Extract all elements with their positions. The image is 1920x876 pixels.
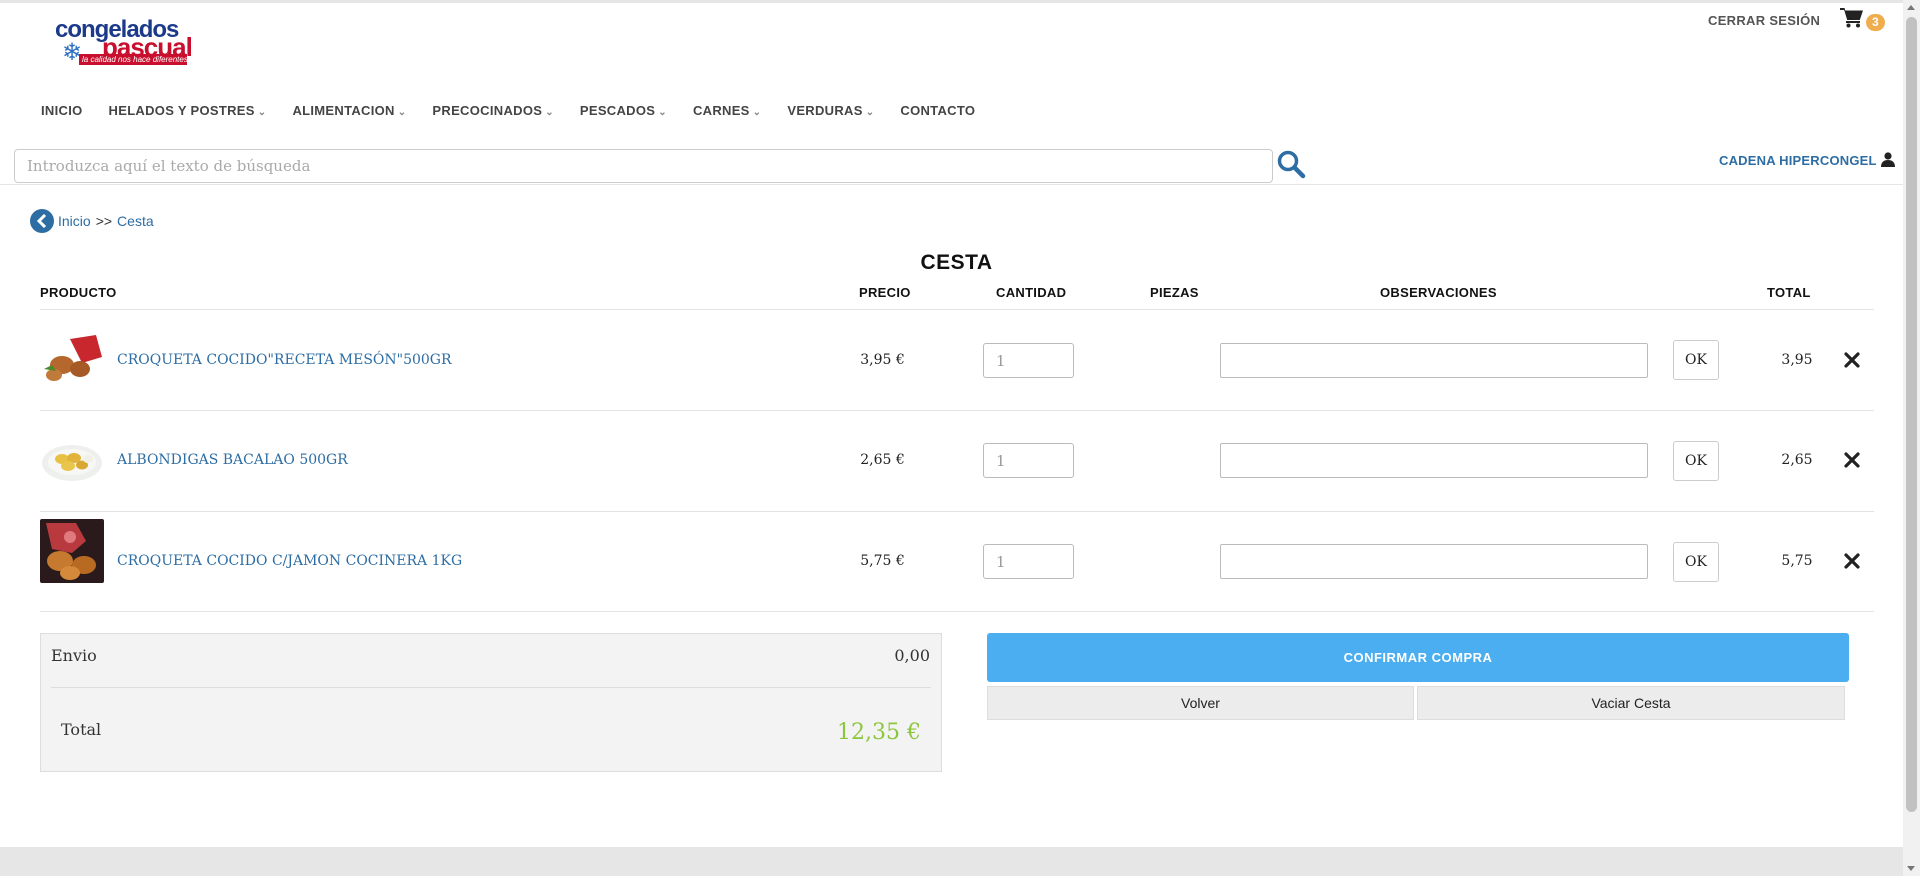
total-label: Total	[61, 720, 102, 739]
back-icon[interactable]	[30, 209, 54, 233]
col-header-pieces: PIEZAS	[1150, 285, 1199, 300]
quantity-input[interactable]	[983, 443, 1074, 478]
col-header-quantity: CANTIDAD	[996, 285, 1067, 300]
search-icon	[1277, 150, 1306, 179]
nav-item-inicio[interactable]: INICIO	[28, 103, 96, 118]
ok-button[interactable]: OK	[1673, 441, 1719, 481]
product-price: 2,65 €	[860, 452, 905, 468]
top-border	[0, 0, 1903, 3]
nav-label: PRECOCINADOS	[432, 103, 543, 118]
col-header-notes: OBSERVACIONES	[1380, 285, 1497, 300]
cart-icon	[1840, 8, 1863, 28]
notes-input[interactable]	[1220, 443, 1648, 478]
header-divider	[0, 184, 1903, 185]
col-header-product: PRODUCTO	[40, 285, 117, 300]
breadcrumb: Inicio >> Cesta	[30, 209, 154, 233]
search-input[interactable]	[14, 149, 1273, 183]
product-name-link[interactable]: CROQUETA COCIDO"RECETA MESÓN"500GR	[117, 352, 452, 368]
user-name: CADENA HIPERCONGEL	[1719, 153, 1877, 168]
col-header-price: PRECIO	[859, 285, 911, 300]
breadcrumb-current[interactable]: Cesta	[117, 213, 154, 229]
user-icon	[1880, 152, 1895, 167]
chevron-down-icon: ⌄	[397, 107, 407, 118]
nav-label: VERDURAS	[787, 103, 863, 118]
order-summary: Envio 0,00 Total 12,35 €	[40, 633, 942, 772]
nav-item-alimentacion[interactable]: ALIMENTACION ⌄	[279, 103, 419, 118]
brand-logo[interactable]: congelados ❄ pascual la calidad nos hace…	[52, 14, 202, 68]
ok-button[interactable]: OK	[1673, 542, 1719, 582]
scrollbar-thumb[interactable]	[1906, 17, 1917, 812]
scroll-up-arrow-icon[interactable]	[1907, 5, 1915, 10]
nav-item-contacto[interactable]: CONTACTO	[887, 103, 988, 118]
table-row: CROQUETA COCIDO"RECETA MESÓN"500GR 3,95 …	[0, 310, 1903, 410]
nav-label: HELADOS Y POSTRES	[108, 103, 255, 118]
nav-item-helados[interactable]: HELADOS Y POSTRES ⌄	[96, 103, 280, 118]
row-total: 5,75	[1781, 553, 1813, 569]
breadcrumb-home-link[interactable]: Inicio	[58, 213, 91, 229]
cart-count-badge: 3	[1866, 14, 1885, 31]
nav-label: CONTACTO	[900, 103, 976, 118]
chevron-down-icon: ⌄	[257, 107, 267, 118]
empty-cart-button[interactable]: Vaciar Cesta	[1417, 686, 1845, 720]
product-price: 3,95 €	[860, 352, 905, 368]
quantity-input[interactable]	[983, 544, 1074, 579]
breadcrumb-separator: >>	[95, 213, 113, 229]
shipping-value: 0,00	[894, 646, 930, 665]
nav-label: CARNES	[692, 103, 750, 118]
remove-item-icon[interactable]	[1843, 552, 1861, 570]
shipping-label: Envio	[51, 646, 97, 665]
search-button[interactable]	[1276, 149, 1306, 181]
table-row: ALBONDIGAS BACALAO 500GR 2,65 € OK 2,65	[0, 411, 1903, 511]
nav-item-pescados[interactable]: PESCADOS ⌄	[567, 103, 680, 118]
nav-label: PESCADOS	[579, 103, 656, 118]
ok-button[interactable]: OK	[1673, 340, 1719, 380]
chevron-down-icon: ⌄	[658, 107, 667, 118]
row-total: 2,65	[1781, 452, 1813, 468]
confirm-purchase-button[interactable]: CONFIRMAR COMPRA	[987, 633, 1849, 682]
notes-input[interactable]	[1220, 343, 1648, 378]
table-row: CROQUETA COCIDO C/JAMON COCINERA 1KG 5,7…	[0, 512, 1903, 612]
scroll-down-arrow-icon[interactable]	[1907, 866, 1915, 871]
footer-bar	[0, 847, 1903, 876]
page-title: CESTA	[920, 251, 993, 274]
row-total: 3,95	[1781, 352, 1813, 368]
remove-item-icon[interactable]	[1843, 451, 1861, 469]
product-price: 5,75 €	[860, 553, 905, 569]
nav-label: ALIMENTACION	[292, 103, 395, 118]
nav-item-verduras[interactable]: VERDURAS ⌄	[774, 103, 887, 118]
nav-item-carnes[interactable]: CARNES ⌄	[680, 103, 774, 118]
main-nav: INICIO HELADOS Y POSTRES ⌄ ALIMENTACION ⌄ …	[28, 103, 988, 118]
product-thumbnail[interactable]	[40, 429, 104, 493]
vertical-scrollbar[interactable]	[1903, 0, 1920, 876]
user-account-link[interactable]: CADENA HIPERCONGEL	[1719, 152, 1895, 168]
product-thumbnail[interactable]	[40, 329, 104, 393]
summary-divider	[51, 687, 931, 688]
logo-tagline: la calidad nos hace diferentes	[79, 54, 187, 65]
cart-button[interactable]: 3	[1840, 6, 1888, 32]
chevron-down-icon: ⌄	[752, 107, 762, 118]
nav-item-precocinados[interactable]: PRECOCINADOS ⌄	[419, 103, 566, 118]
product-name-link[interactable]: ALBONDIGAS BACALAO 500GR	[117, 452, 348, 468]
col-header-total: TOTAL	[1767, 285, 1811, 300]
quantity-input[interactable]	[983, 343, 1074, 378]
product-thumbnail[interactable]	[40, 519, 104, 583]
notes-input[interactable]	[1220, 544, 1648, 579]
grand-total: 12,35 €	[837, 720, 921, 745]
product-name-link[interactable]: CROQUETA COCIDO C/JAMON COCINERA 1KG	[117, 553, 462, 569]
table-divider	[40, 611, 1874, 612]
nav-label: INICIO	[41, 103, 83, 118]
chevron-down-icon: ⌄	[545, 107, 554, 118]
chevron-down-icon: ⌄	[865, 107, 875, 118]
remove-item-icon[interactable]	[1843, 351, 1861, 369]
back-button[interactable]: Volver	[987, 686, 1414, 720]
logout-link[interactable]: CERRAR SESIÓN	[1708, 13, 1820, 28]
